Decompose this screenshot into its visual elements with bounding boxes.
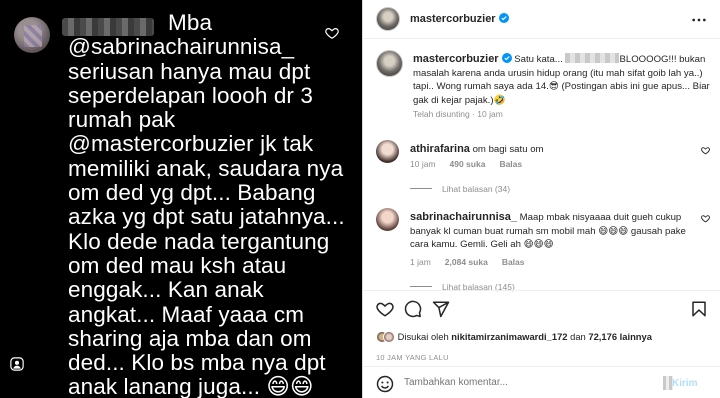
verified-badge-icon — [501, 53, 512, 63]
comment-meta: 10 jam 490 suka Balas — [410, 159, 536, 169]
comment-input[interactable] — [404, 377, 634, 388]
story-comment-text: Mba @sabrinachairunnisa_ seriusan hanya … — [68, 10, 348, 398]
comment-meta: 1 jam 2,084 suka Balas — [410, 257, 539, 267]
heart-icon[interactable] — [376, 300, 394, 318]
comment-text: om bagi satu om — [472, 144, 544, 155]
bookmark-icon[interactable] — [690, 300, 708, 318]
author-avatar[interactable] — [376, 7, 400, 31]
liker-avatar — [383, 331, 395, 343]
reply-button[interactable]: Balas — [499, 159, 522, 169]
emoji-icon[interactable] — [376, 375, 394, 393]
commenter-avatar[interactable] — [376, 208, 399, 231]
liked-by-user[interactable]: nikitamirzanimawardi_172 — [451, 331, 567, 342]
caption-username[interactable]: mastercorbuzier — [413, 53, 512, 65]
more-options-icon[interactable] — [691, 13, 707, 27]
liked-by-count[interactable]: 72,176 lainnya — [588, 331, 652, 342]
author-username[interactable]: mastercorbuzier — [410, 13, 509, 25]
commenter-avatar — [14, 17, 50, 53]
verified-badge-icon — [498, 13, 509, 23]
comment-body: @sabrinachairunnisa_ seriusan hanya mau … — [68, 34, 345, 398]
liked-by: Disukai oleh nikitamirzanimawardi_172 da… — [376, 331, 652, 343]
censored-text — [565, 53, 620, 63]
heart-icon[interactable] — [701, 146, 710, 155]
post-panel: mastercorbuzier mastercorbuzier Satu kat… — [362, 0, 720, 398]
comment-likes[interactable]: 490 suka — [450, 159, 486, 169]
comment-username[interactable]: sabrinachairunnisa_ — [410, 211, 517, 223]
caption-meta: Telah disunting · 10 jam — [413, 109, 503, 119]
heart-icon[interactable] — [701, 214, 710, 223]
caption-author-avatar[interactable] — [376, 50, 403, 77]
comment-icon[interactable] — [404, 300, 422, 318]
actions-divider — [363, 290, 720, 291]
add-comment-bar: Kirim — [363, 366, 720, 398]
share-icon[interactable] — [432, 300, 450, 318]
post-time: 10 JAM YANG LALU — [376, 353, 449, 362]
commenter-avatar[interactable] — [376, 140, 399, 163]
comment-time: 10 jam — [410, 159, 436, 169]
comment-time: 1 jam — [410, 257, 431, 267]
send-button[interactable]: Kirim — [672, 378, 698, 389]
story-comment-screenshot: Mba @sabrinachairunnisa_ seriusan hanya … — [0, 0, 362, 398]
comment-likes[interactable]: 2,084 suka — [445, 257, 488, 267]
person-icon[interactable] — [10, 357, 24, 371]
reply-button[interactable]: Balas — [502, 257, 525, 267]
heart-icon[interactable] — [325, 26, 339, 40]
post-header: mastercorbuzier — [363, 0, 720, 39]
view-replies-button[interactable]: Lihat balasan (34) — [410, 184, 510, 194]
username-prefix: Mba — [168, 10, 213, 35]
comment-username[interactable]: athirafarina — [410, 143, 470, 155]
caption-text: mastercorbuzier Satu kata... BLOOOOG!!! … — [413, 53, 710, 106]
